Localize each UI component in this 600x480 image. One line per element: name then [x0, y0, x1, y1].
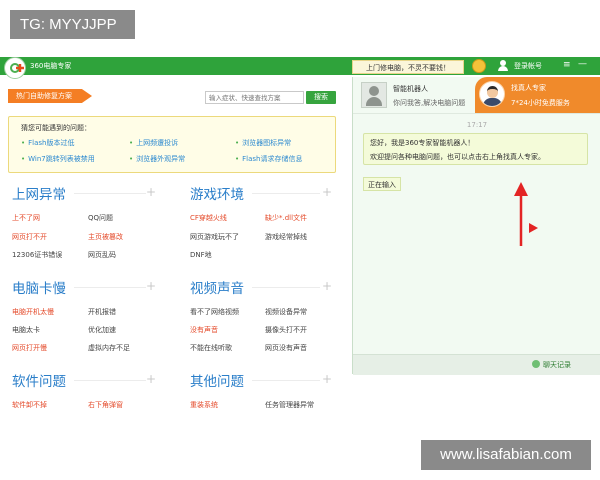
menu-icon[interactable]: ≡	[563, 61, 571, 70]
guess-item[interactable]: 浏览器外观异常	[129, 154, 185, 164]
typing-indicator: 正在输入	[363, 177, 401, 191]
history-icon[interactable]	[532, 360, 540, 368]
message-line: 您好，我是360专家智能机器人！	[370, 139, 475, 147]
category-item[interactable]: 不能在线听歌	[190, 343, 232, 353]
gold-medal-icon[interactable]	[472, 59, 486, 73]
search-input[interactable]	[205, 91, 304, 104]
category-item[interactable]: CF穿越火线	[190, 213, 227, 223]
expand-plus-icon[interactable]: +	[146, 186, 156, 198]
app-window: 360电脑专家 上门修电脑，不灵不要钱！ 登录帐号 ≡ — 热门自助修复方案 搜…	[0, 57, 600, 469]
category-item[interactable]: QQ问题	[88, 213, 113, 223]
app-title: 360电脑专家	[30, 62, 72, 70]
category-item[interactable]: 缺少*.dll文件	[265, 213, 307, 223]
message-bubble: 您好，我是360专家智能机器人！ 欢迎提问各种电脑问题，也可以点击右上角找真人专…	[363, 133, 588, 165]
divider	[74, 193, 146, 194]
red-pointer-arrow-icon	[514, 182, 528, 246]
login-link[interactable]: 登录帐号	[514, 61, 542, 71]
guess-title: 猜您可能遇到的问题：	[21, 124, 91, 132]
message-time: 17:17	[466, 121, 488, 129]
category-item[interactable]: 重装系统	[190, 400, 218, 410]
title-bar: 360电脑专家 上门修电脑，不灵不要钱！ 登录帐号 ≡ —	[0, 57, 600, 75]
expand-plus-icon[interactable]: +	[322, 373, 332, 385]
category-item[interactable]: 任务管理器异常	[265, 400, 314, 410]
promo-banner[interactable]: 上门修电脑，不灵不要钱！	[352, 60, 464, 74]
category-title[interactable]: 电脑卡慢	[12, 277, 66, 297]
category-item[interactable]: 虚拟内存不足	[88, 343, 130, 353]
expand-plus-icon[interactable]: +	[322, 280, 332, 292]
bottom-fade	[0, 463, 352, 469]
app-logo-icon	[4, 57, 26, 79]
category-item[interactable]: 网页游戏玩不了	[190, 232, 239, 242]
divider	[74, 287, 146, 288]
category-item[interactable]: 网页乱码	[88, 250, 116, 260]
category-item[interactable]: 右下角弹窗	[88, 400, 123, 410]
category-title[interactable]: 视频声音	[190, 277, 244, 297]
human-expert-tab[interactable]: 找真人专家 7*24小时免费服务	[475, 77, 600, 113]
category-item[interactable]: 看不了网络视频	[190, 307, 239, 317]
chat-header: 智能机器人 你问我答,解决电脑问题 找真人专家 7*24小时免费服务	[353, 77, 600, 114]
category-item[interactable]: 开机报错	[88, 307, 116, 317]
category-item[interactable]: 摄像头打不开	[265, 325, 307, 335]
category-item[interactable]: 视频设备异常	[265, 307, 307, 317]
category-item[interactable]: 电脑太卡	[12, 325, 40, 335]
category-title[interactable]: 软件问题	[12, 370, 66, 390]
expert-subtitle: 7*24小时免费服务	[511, 99, 570, 107]
category-item[interactable]: 主页被篡改	[88, 232, 123, 242]
expert-name: 找真人专家	[511, 84, 546, 92]
divider	[252, 380, 320, 381]
chat-panel: 智能机器人 你问我答,解决电脑问题 找真人专家 7*24小时免费服务 17:17…	[352, 77, 600, 375]
category-item[interactable]: 上不了网	[12, 213, 40, 223]
divider	[252, 193, 320, 194]
robot-name[interactable]: 智能机器人	[393, 84, 428, 94]
play-arrow-icon[interactable]	[529, 223, 538, 233]
robot-avatar-icon[interactable]	[361, 82, 387, 108]
robot-subtitle: 你问我答,解决电脑问题	[393, 99, 466, 107]
category-item[interactable]: 网页打不开	[12, 232, 47, 242]
guess-item[interactable]: 浏览器图标异常	[235, 138, 291, 148]
guess-panel: 猜您可能遇到的问题： Flash版本过低 上网频遭投诉 浏览器图标异常 Win7…	[8, 116, 336, 173]
search-button[interactable]: 搜索	[306, 91, 336, 104]
minimize-icon[interactable]: —	[578, 60, 587, 69]
category-item[interactable]: 网页打开慢	[12, 343, 47, 353]
category-item[interactable]: 没有声音	[190, 325, 218, 335]
category-item[interactable]: 优化加速	[88, 325, 116, 335]
message-line: 欢迎提问各种电脑问题，也可以点击右上角找真人专家。	[370, 153, 545, 161]
guess-item[interactable]: 上网频遭投诉	[129, 138, 178, 148]
category-item[interactable]: 12306证书错误	[12, 250, 62, 260]
category-title[interactable]: 游戏环境	[190, 183, 244, 203]
guess-item[interactable]: Flash版本过低	[21, 138, 74, 148]
user-icon[interactable]	[498, 60, 508, 71]
category-title[interactable]: 其他问题	[190, 370, 244, 390]
hot-solutions-tab[interactable]: 热门自助修复方案	[8, 89, 92, 103]
expand-plus-icon[interactable]: +	[146, 280, 156, 292]
chat-footer: 聊天记录	[353, 354, 600, 375]
category-item[interactable]: DNF地	[190, 250, 212, 260]
expand-plus-icon[interactable]: +	[322, 186, 332, 198]
chat-history-link[interactable]: 聊天记录	[543, 360, 571, 370]
guess-item[interactable]: Win7跳转列表被禁用	[21, 154, 95, 164]
category-item[interactable]: 软件卸不掉	[12, 400, 47, 410]
category-item[interactable]: 网页没有声音	[265, 343, 307, 353]
category-item[interactable]: 电脑开机太慢	[12, 307, 54, 317]
divider	[74, 380, 146, 381]
guess-item[interactable]: Flash请求存储信息	[235, 154, 302, 164]
watermark-top: TG: MYYJJPP	[10, 10, 135, 39]
category-title[interactable]: 上网异常	[12, 183, 66, 203]
category-item[interactable]: 游戏经常掉线	[265, 232, 307, 242]
divider	[252, 287, 320, 288]
expert-avatar-icon	[479, 81, 505, 107]
expand-plus-icon[interactable]: +	[146, 373, 156, 385]
watermark-bottom: www.lisafabian.com	[421, 440, 591, 470]
